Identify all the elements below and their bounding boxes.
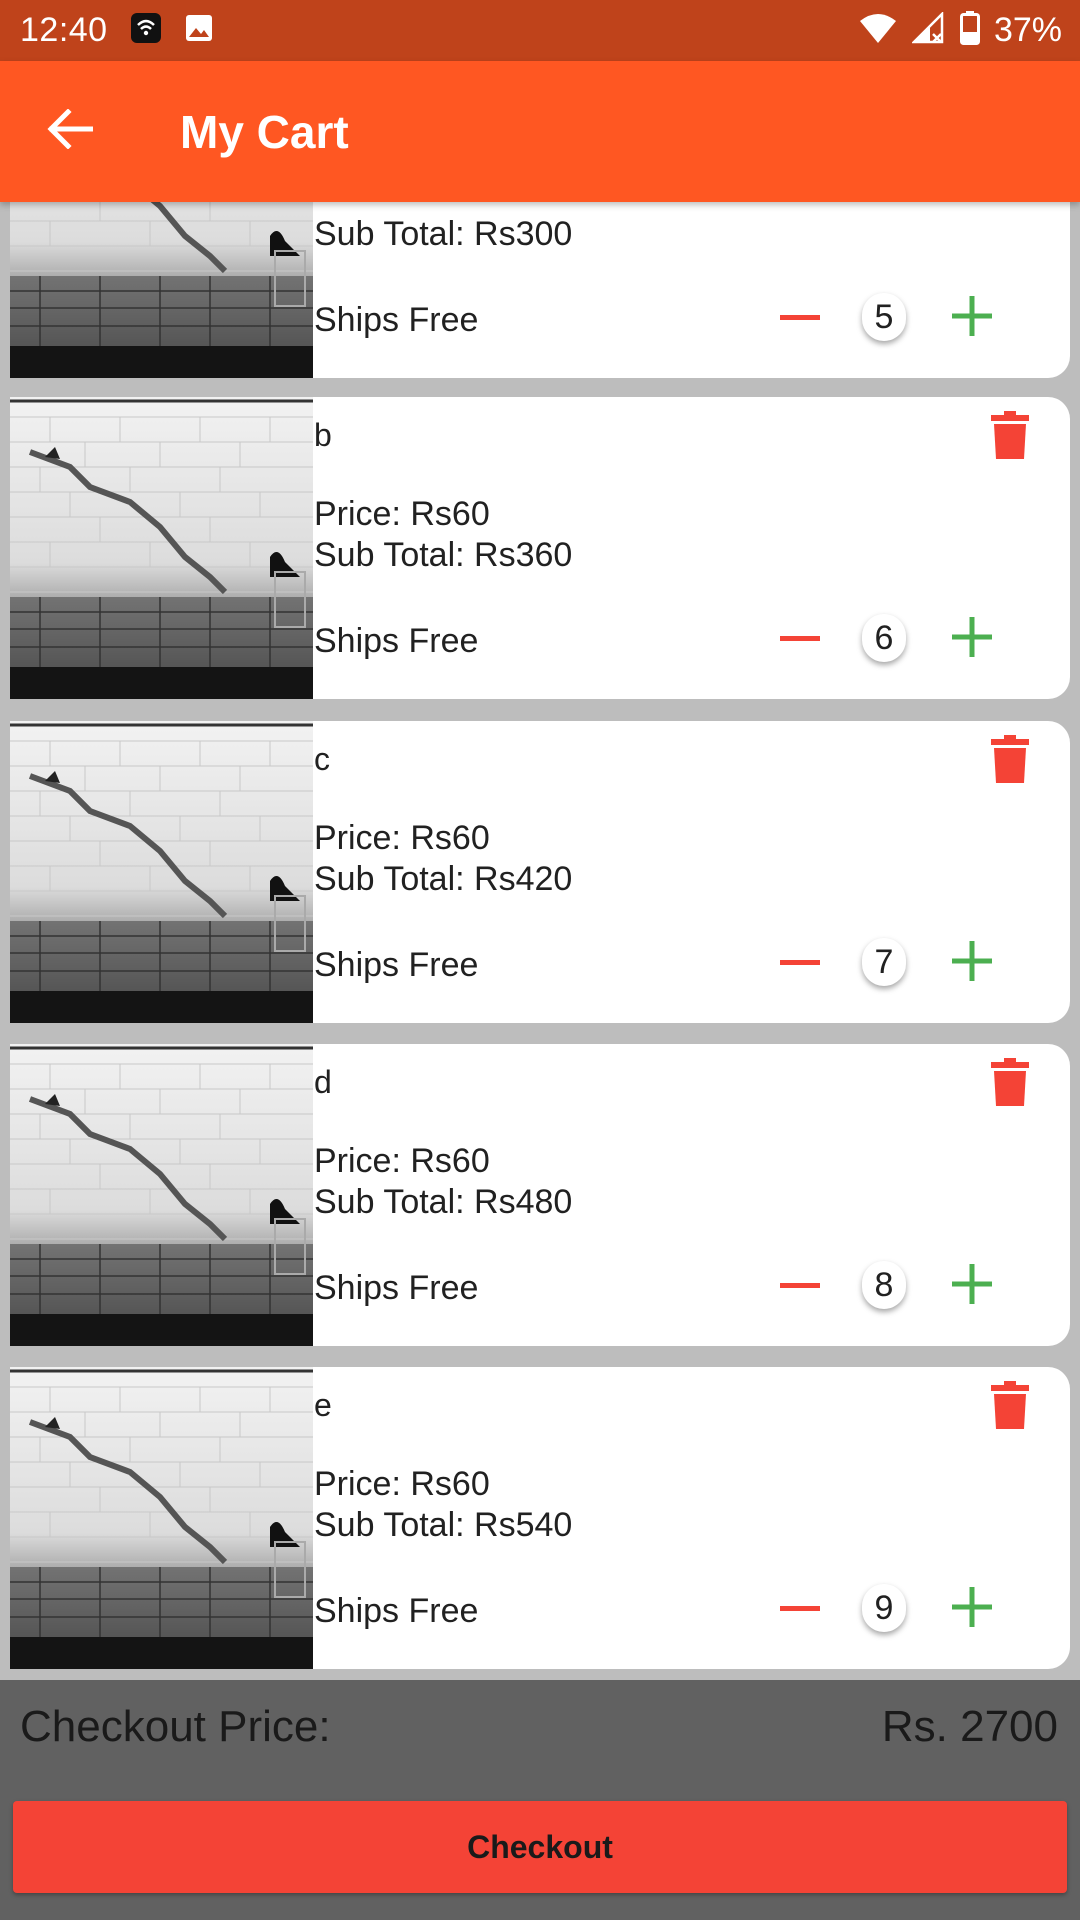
item-price: Price: Rs60 [314, 1142, 490, 1180]
product-image [10, 1367, 313, 1669]
app-bar: My Cart [0, 61, 1080, 202]
item-name: b [314, 417, 332, 453]
increment-button[interactable] [942, 288, 1002, 348]
product-image [10, 397, 313, 699]
delete-button[interactable] [982, 1056, 1038, 1112]
trash-icon [991, 1057, 1029, 1111]
battery-percent: 37% [993, 11, 1062, 49]
product-image [10, 202, 313, 378]
status-time: 12:40 [20, 11, 108, 49]
item-name: d [314, 1064, 332, 1100]
decrement-button[interactable] [770, 1256, 830, 1316]
increment-button[interactable] [942, 1579, 1002, 1639]
quantity-value: 7 [862, 938, 906, 986]
item-price: Price: Rs60 [314, 1465, 490, 1503]
item-subtotal: Sub Total: Rs420 [314, 860, 573, 898]
item-subtotal: Sub Total: Rs540 [314, 1506, 573, 1544]
item-shipping: Ships Free [314, 301, 479, 339]
wifi-calling-icon [130, 12, 162, 49]
signal-icon [910, 10, 946, 49]
minus-icon [780, 1277, 820, 1295]
delete-button[interactable] [982, 1379, 1038, 1435]
quantity-value: 9 [862, 1584, 906, 1632]
checkout-bar: Checkout Price: Rs. 2700 Checkout [0, 1680, 1080, 1920]
decrement-button[interactable] [770, 1579, 830, 1639]
cart-item: e Price: Rs60 Sub Total: Rs540 Ships Fre… [10, 1367, 1070, 1669]
decrement-button[interactable] [770, 288, 830, 348]
quantity-value: 6 [862, 614, 906, 662]
plus-icon [952, 940, 992, 986]
item-shipping: Ships Free [314, 1269, 479, 1307]
product-image [10, 721, 313, 1023]
plus-icon [952, 1263, 992, 1309]
item-subtotal: Sub Total: Rs300 [314, 215, 573, 253]
back-button[interactable] [40, 102, 100, 162]
item-shipping: Ships Free [314, 622, 479, 660]
checkout-price-value: Rs. 2700 [881, 1702, 1058, 1751]
increment-button[interactable] [942, 609, 1002, 669]
decrement-button[interactable] [770, 933, 830, 993]
item-name: e [314, 1387, 332, 1423]
battery-icon [959, 11, 980, 50]
arrow-back-icon [47, 108, 94, 154]
minus-icon [780, 1600, 820, 1618]
minus-icon [780, 309, 820, 327]
checkout-button[interactable]: Checkout [13, 1801, 1067, 1893]
item-subtotal: Sub Total: Rs480 [314, 1183, 573, 1221]
status-bar: 12:40 37% [0, 0, 1080, 61]
item-shipping: Ships Free [314, 1592, 479, 1630]
cart-item: d Price: Rs60 Sub Total: Rs480 Ships Fre… [10, 1044, 1070, 1346]
item-price: Price: Rs60 [314, 495, 490, 533]
increment-button[interactable] [942, 1256, 1002, 1316]
checkout-price-label: Checkout Price: [20, 1702, 331, 1751]
plus-icon [952, 295, 992, 341]
cart-item: c Price: Rs60 Sub Total: Rs420 Ships Fre… [10, 721, 1070, 1023]
trash-icon [991, 734, 1029, 788]
cart-list[interactable]: Sub Total: Rs300 Ships Free 5 b Price: R… [0, 202, 1080, 1680]
delete-button[interactable] [982, 733, 1038, 789]
page-title: My Cart [180, 105, 349, 158]
quantity-value: 5 [862, 293, 906, 341]
item-shipping: Ships Free [314, 946, 479, 984]
image-icon [184, 13, 214, 48]
minus-icon [780, 630, 820, 648]
trash-icon [991, 1380, 1029, 1434]
item-subtotal: Sub Total: Rs360 [314, 536, 573, 574]
minus-icon [780, 954, 820, 972]
item-price: Price: Rs60 [314, 819, 490, 857]
increment-button[interactable] [942, 933, 1002, 993]
delete-button[interactable] [982, 409, 1038, 465]
item-name: c [314, 741, 330, 777]
product-image [10, 1044, 313, 1346]
cart-item: b Price: Rs60 Sub Total: Rs360 Ships Fre… [10, 397, 1070, 699]
trash-icon [991, 410, 1029, 464]
cart-item: Sub Total: Rs300 Ships Free 5 [10, 202, 1070, 378]
plus-icon [952, 616, 992, 662]
plus-icon [952, 1586, 992, 1632]
quantity-value: 8 [862, 1261, 906, 1309]
wifi-icon [858, 12, 898, 49]
decrement-button[interactable] [770, 609, 830, 669]
